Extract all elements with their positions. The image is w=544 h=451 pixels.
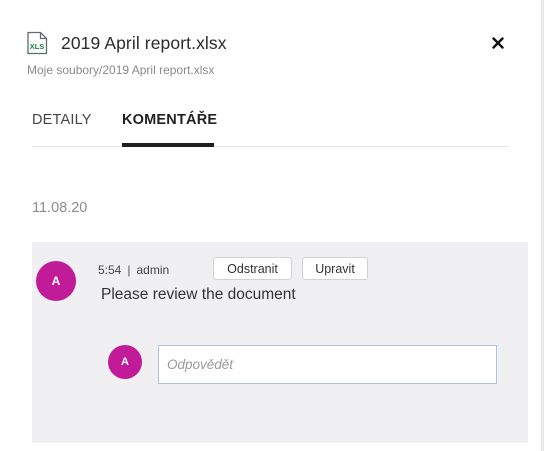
edit-comment-button[interactable]: Upravit (302, 257, 368, 280)
reply-avatar: A (108, 345, 142, 379)
close-icon (492, 37, 504, 49)
comment-time: 5:54 (98, 263, 122, 277)
close-button[interactable] (488, 33, 508, 53)
comment-author: admin (136, 263, 170, 277)
xlsx-icon-label: XLS (30, 42, 45, 51)
avatar: A (36, 261, 76, 301)
reply-input[interactable] (158, 345, 497, 384)
active-tab-indicator (122, 143, 214, 147)
tab-comments[interactable]: KOMENTÁŘE (122, 112, 217, 128)
xlsx-file-icon: XLS (27, 31, 48, 55)
comment-text: Please review the document (101, 286, 296, 303)
comment-meta: 5:54 | admin (98, 263, 169, 277)
tab-details[interactable]: DETAILY (32, 112, 92, 128)
meta-separator: | (127, 263, 131, 277)
file-path: Moje soubory/2019 April report.xlsx (27, 63, 215, 77)
file-title: 2019 April report.xlsx (61, 32, 227, 53)
comment-thread: A 5:54 | admin Odstranit Upravit Please re… (32, 242, 528, 443)
comments-panel: XLS 2019 April report.xlsx Moje soubory/… (0, 0, 544, 451)
comment-date: 11.08.20 (32, 200, 88, 216)
delete-comment-button[interactable]: Odstranit (213, 257, 292, 280)
tab-bar: DETAILY KOMENTÁŘE (32, 104, 509, 147)
file-header: XLS 2019 April report.xlsx (26, 30, 227, 56)
